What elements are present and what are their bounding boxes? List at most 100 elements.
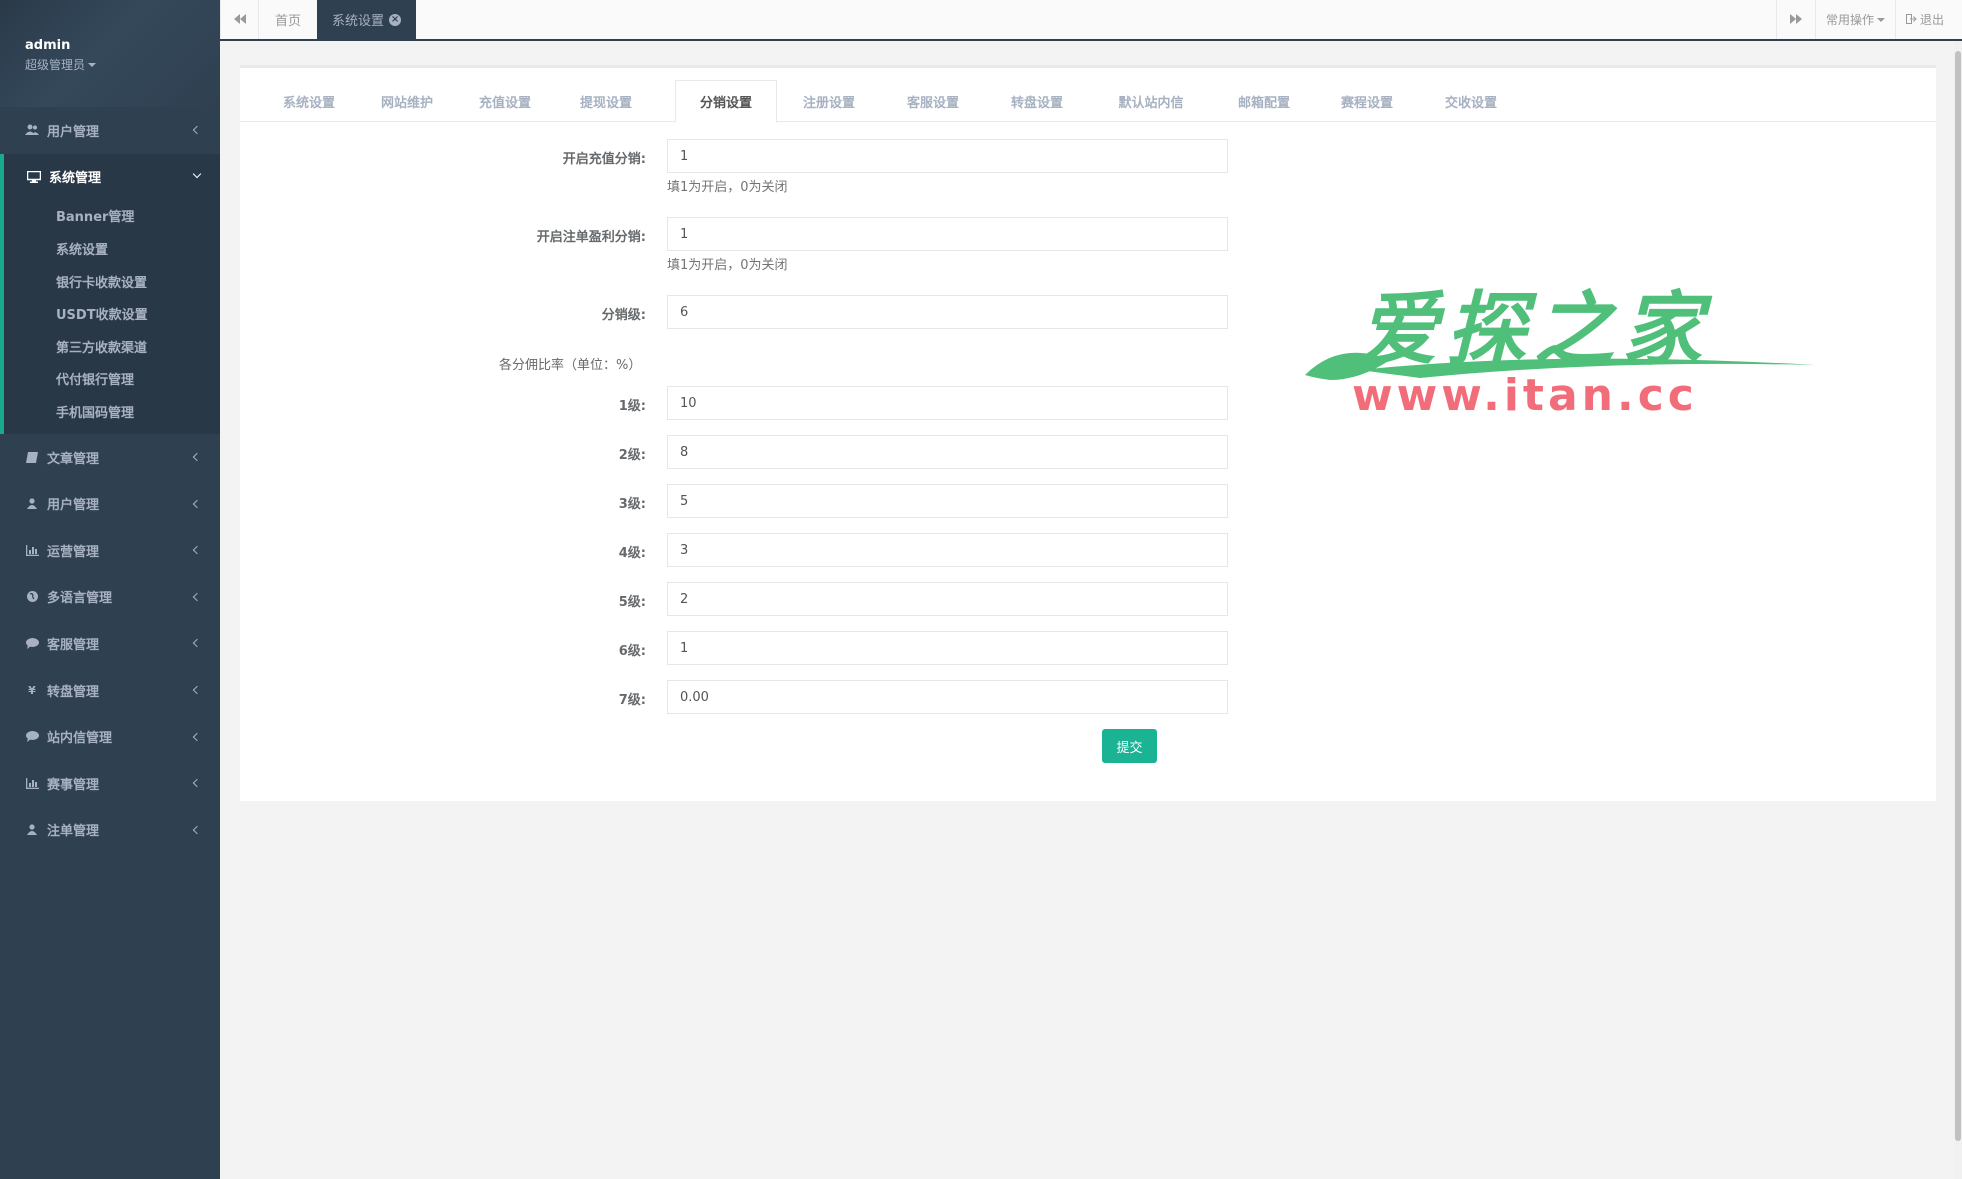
level-5-label: 5级: <box>618 595 646 610</box>
watermark-title: 爱探之家 <box>1358 283 1710 376</box>
tab-register-settings[interactable]: 注册设置 <box>777 80 881 122</box>
level-3-input[interactable] <box>667 484 1228 518</box>
watermark-url: www.itan.cc <box>1352 370 1698 421</box>
chevron-left-icon <box>192 545 202 555</box>
distribution-level-label: 分销级: <box>601 308 646 323</box>
level-7-label: 7级: <box>618 693 646 708</box>
chevron-left-icon <box>192 825 202 835</box>
nav-label: 多语言管理 <box>47 591 113 607</box>
tab-site-maintenance[interactable]: 网站维护 <box>358 80 456 122</box>
close-icon[interactable]: × <box>389 13 402 26</box>
double-right-icon <box>1790 13 1802 27</box>
yen-icon: ¥ <box>28 683 36 697</box>
nav-system-management-head[interactable]: 系统管理 <box>4 154 220 200</box>
tab-label: 系统设置 <box>332 14 385 29</box>
tab-default-inbox[interactable]: 默认站内信 <box>1089 80 1213 122</box>
submenu-item-system-settings[interactable]: 系统设置 <box>4 232 220 265</box>
nav-article-management[interactable]: 文章管理 <box>0 434 220 481</box>
tab-distribution-settings[interactable]: 分销设置 <box>675 80 777 123</box>
chevron-left-icon <box>192 778 202 788</box>
nav-language-management[interactable]: 多语言管理 <box>0 574 220 621</box>
settings-panel: 系统设置 网站维护 充值设置 提现设置 分销设置 注册设置 客服设置 转盘设置 … <box>240 65 1936 801</box>
level-4-label: 4级: <box>618 546 646 561</box>
nav-label: 运营管理 <box>47 544 100 560</box>
caret-down-icon <box>1877 17 1885 22</box>
nav-event-management[interactable]: 赛事管理 <box>0 760 220 807</box>
nav-inbox-management[interactable]: 站内信管理 <box>0 713 220 760</box>
distribution-level-input[interactable] <box>667 295 1228 329</box>
submenu-item-banner[interactable]: Banner管理 <box>4 200 220 233</box>
watermark: 爱探之家 www.itan.cc <box>1300 270 1820 430</box>
nav-wheel-management[interactable]: ¥ 转盘管理 <box>0 667 220 714</box>
level-1-label: 1级: <box>618 399 646 414</box>
submenu: Banner管理 系统设置 银行卡收款设置 USDT收款设置 第三方收款渠道 代… <box>4 200 220 434</box>
nav-label: 文章管理 <box>47 451 100 467</box>
nav-operations-management[interactable]: 运营管理 <box>0 527 220 574</box>
tab-system-settings[interactable]: 系统设置 × <box>317 0 417 39</box>
chevron-left-icon <box>192 452 202 462</box>
nav-label: 转盘管理 <box>47 684 100 700</box>
submenu-item-usdt[interactable]: USDT收款设置 <box>4 297 220 330</box>
tab-system-settings[interactable]: 系统设置 <box>260 80 358 122</box>
scroll-tabs-right-button[interactable] <box>1776 0 1816 39</box>
chevron-left-icon <box>192 499 202 508</box>
level-6-input[interactable] <box>667 631 1228 665</box>
top-tab-bar: 首页 系统设置 × 常用操作 退出 <box>220 0 1962 41</box>
settings-tabs: 系统设置 网站维护 充值设置 提现设置 分销设置 注册设置 客服设置 转盘设置 … <box>240 80 1936 123</box>
common-operations-dropdown[interactable]: 常用操作 <box>1816 0 1896 39</box>
nav-bet-management[interactable]: 注单管理 <box>0 807 220 854</box>
tab-schedule-settings[interactable]: 赛程设置 <box>1315 80 1419 122</box>
recharge-distribution-help: 填1为开启，0为关闭 <box>667 180 788 195</box>
chevron-left-icon <box>192 592 202 602</box>
chevron-left-icon <box>192 639 202 648</box>
comment-icon <box>25 636 39 650</box>
tab-withdraw-settings[interactable]: 提现设置 <box>554 80 658 122</box>
profile: admin 超级管理员 <box>0 0 220 107</box>
nav-label: 用户管理 <box>47 498 100 514</box>
nav-label: 客服管理 <box>47 637 100 653</box>
recharge-distribution-input[interactable] <box>667 139 1228 173</box>
ops-label: 常用操作 <box>1825 13 1874 27</box>
level-7-input[interactable] <box>667 680 1228 714</box>
bet-profit-distribution-help: 填1为开启，0为关闭 <box>667 258 788 273</box>
submenu-item-phone-code[interactable]: 手机国码管理 <box>4 395 220 428</box>
level-1-input[interactable] <box>667 386 1228 420</box>
tab-home[interactable]: 首页 <box>260 0 316 39</box>
nav-member-management[interactable]: 用户管理 <box>0 480 220 527</box>
nav-label: 站内信管理 <box>47 731 113 747</box>
scrollbar-thumb[interactable] <box>1955 51 1961 1141</box>
nav-user-management[interactable]: 用户管理 <box>0 107 220 154</box>
recharge-distribution-label: 开启充值分销: <box>562 152 646 167</box>
nav-label: 用户管理 <box>47 124 100 140</box>
caret-down-icon <box>88 62 97 67</box>
tab-settlement-settings[interactable]: 交收设置 <box>1419 80 1523 122</box>
commission-rate-section: 各分佣比率（单位：%） <box>499 358 642 373</box>
tab-email-config[interactable]: 邮箱配置 <box>1213 80 1315 122</box>
globe-icon <box>25 590 39 604</box>
level-2-input[interactable] <box>667 435 1228 469</box>
level-5-input[interactable] <box>667 582 1228 616</box>
comment-icon <box>25 730 39 744</box>
bet-profit-distribution-input[interactable] <box>667 217 1228 251</box>
bet-profit-distribution-label: 开启注单盈利分销: <box>536 230 646 245</box>
level-2-label: 2级: <box>618 448 646 463</box>
tab-customer-service-settings[interactable]: 客服设置 <box>881 80 985 122</box>
scroll-tabs-left-button[interactable] <box>220 0 259 39</box>
double-left-icon <box>233 13 246 27</box>
submenu-item-bank-card[interactable]: 银行卡收款设置 <box>4 265 220 298</box>
book-icon <box>25 450 39 464</box>
level-4-input[interactable] <box>667 533 1228 567</box>
page-scrollbar[interactable] <box>1954 41 1962 1179</box>
submenu-item-third-party[interactable]: 第三方收款渠道 <box>4 330 220 363</box>
nav-customer-service-management[interactable]: 客服管理 <box>0 620 220 667</box>
tab-wheel-settings[interactable]: 转盘设置 <box>985 80 1089 122</box>
chevron-down-icon <box>192 169 202 179</box>
submit-button[interactable]: 提交 <box>1102 729 1157 763</box>
users-icon <box>25 123 39 137</box>
tab-recharge-settings[interactable]: 充值设置 <box>456 80 554 122</box>
logout-button[interactable]: 退出 <box>1896 0 1954 39</box>
user-role-dropdown[interactable]: 超级管理员 <box>25 56 220 73</box>
sign-out-icon <box>1905 13 1917 27</box>
submenu-item-payout-bank[interactable]: 代付银行管理 <box>4 363 220 396</box>
nav-label: 注单管理 <box>47 824 100 840</box>
